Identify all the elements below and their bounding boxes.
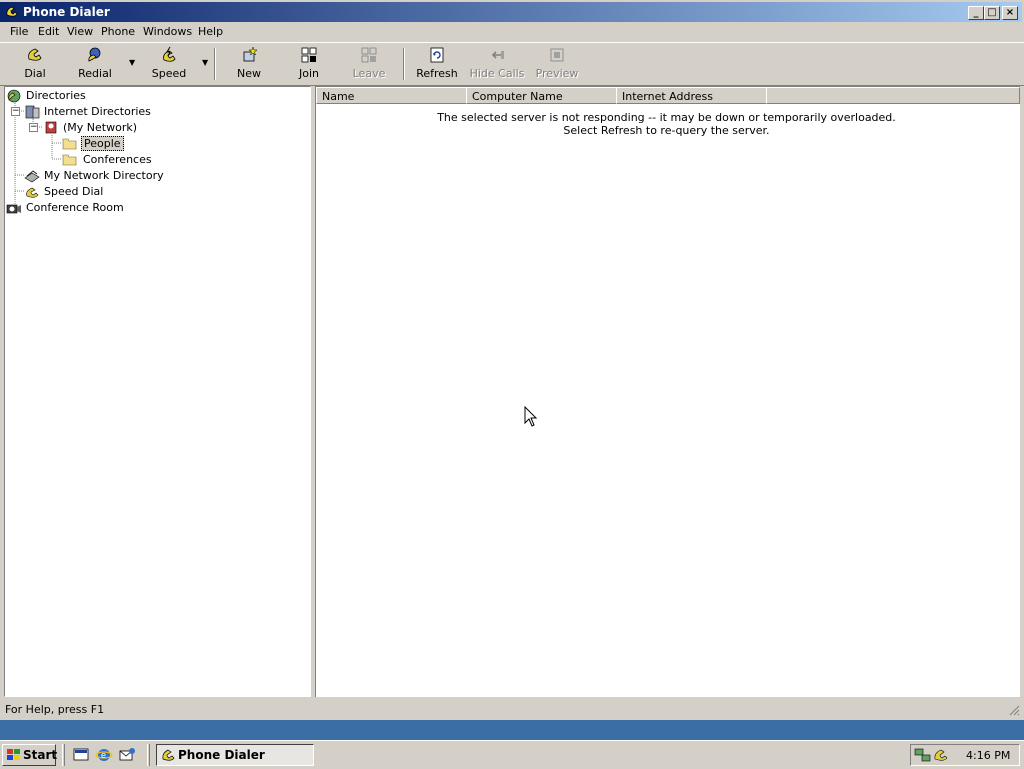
refresh-label: Refresh — [416, 67, 458, 80]
tree-label-my-network-directory: My Network Directory — [44, 169, 164, 182]
server-error-message-line2: Select Refresh to re-query the server. — [563, 124, 770, 137]
tree-label-speed-dial: Speed Dial — [44, 185, 104, 198]
internet-directories-icon — [25, 105, 40, 119]
dial-button[interactable]: Dial — [7, 46, 63, 82]
window-title: Phone Dialer — [23, 5, 110, 19]
clock: 4:16 PM — [966, 749, 1011, 762]
redial-label: Redial — [78, 67, 112, 80]
network-server-icon — [45, 121, 57, 134]
system-tray: 4:16 PM — [910, 744, 1020, 766]
preview-label: Preview — [535, 67, 579, 80]
phone-app-icon — [6, 6, 18, 17]
conference-room-icon — [6, 204, 21, 214]
join-button[interactable]: Join — [281, 46, 337, 82]
speed-dial-icon — [163, 46, 176, 62]
phone-tray-icon[interactable] — [933, 747, 951, 763]
new-label: New — [237, 67, 261, 80]
toolbar-separator — [403, 48, 405, 80]
tree-label-conferences: Conferences — [83, 153, 152, 166]
network-tray-icon[interactable] — [914, 747, 932, 763]
collapse-my-network-icon[interactable]: − — [29, 123, 38, 132]
redial-dropdown-arrow-icon[interactable]: ▼ — [129, 58, 135, 67]
taskbar: Start e Phone Dialer 4:16 PM — [0, 740, 1024, 769]
refresh-button[interactable]: Refresh — [409, 46, 465, 82]
status-text: For Help, press F1 — [5, 703, 105, 716]
results-list-pane[interactable]: Name Computer Name Internet Address The … — [315, 86, 1020, 697]
tree-label-conference-room: Conference Room — [26, 201, 124, 214]
column-header-computer-name[interactable]: Computer Name — [466, 87, 617, 104]
hide-calls-icon — [491, 51, 504, 59]
phone-app-icon — [162, 749, 175, 761]
preview-icon — [550, 48, 564, 62]
redial-icon — [88, 47, 101, 62]
phone-icon — [28, 48, 42, 61]
task-grip[interactable] — [147, 744, 150, 766]
collapse-internet-directories-icon[interactable]: − — [11, 107, 20, 116]
new-conference-icon — [243, 46, 258, 62]
speed-label: Speed — [151, 67, 187, 80]
show-desktop-icon[interactable] — [72, 746, 90, 764]
leave-label: Leave — [352, 67, 386, 80]
mouse-pointer-icon — [524, 406, 538, 427]
server-error-message-line1: The selected server is not responding --… — [437, 111, 896, 124]
preview-button[interactable]: Preview — [529, 46, 585, 82]
start-button[interactable]: Start — [2, 744, 58, 766]
menu-phone[interactable]: Phone — [101, 25, 135, 38]
minimize-button[interactable]: _ — [968, 6, 984, 20]
open-folder-icon — [62, 138, 77, 150]
menu-bar: File Edit View Phone Windows Help — [0, 23, 1024, 41]
join-label: Join — [298, 67, 319, 80]
tree-label-internet-directories: Internet Directories — [44, 105, 151, 118]
directory-tree-pane[interactable]: Directories − Internet Directories − (My… — [4, 86, 311, 697]
internet-explorer-icon[interactable]: e — [95, 746, 113, 764]
svg-text:e: e — [101, 750, 106, 760]
speed-button[interactable]: Speed — [141, 46, 197, 82]
tree-label-directories: Directories — [26, 89, 86, 102]
toolbar-separator — [214, 48, 216, 80]
tree-label-people: People — [81, 136, 124, 151]
leave-button[interactable]: Leave — [341, 46, 397, 82]
windows-logo-icon — [7, 749, 20, 760]
directories-icon — [7, 89, 21, 103]
speed-dropdown-arrow-icon[interactable]: ▼ — [202, 58, 208, 67]
taskbar-button-phone-dialer[interactable]: Phone Dialer — [156, 744, 314, 766]
column-header-empty[interactable] — [766, 87, 1020, 104]
status-bar: For Help, press F1 — [0, 700, 1024, 720]
column-header-internet-address[interactable]: Internet Address — [616, 87, 767, 104]
resize-grip-icon[interactable] — [1008, 704, 1020, 716]
menu-file[interactable]: File — [10, 25, 28, 38]
dial-label: Dial — [24, 67, 46, 80]
hide-calls-button[interactable]: Hide Calls — [469, 46, 525, 82]
taskbar-button-label: Phone Dialer — [178, 748, 265, 762]
menu-edit[interactable]: Edit — [38, 25, 59, 38]
start-label: Start — [23, 748, 58, 762]
column-header-name[interactable]: Name — [316, 87, 467, 104]
menu-help[interactable]: Help — [198, 25, 223, 38]
network-directory-icon — [24, 170, 40, 183]
menu-view[interactable]: View — [67, 25, 93, 38]
outlook-express-icon[interactable] — [118, 746, 136, 764]
phone-dialer-window: Phone Dialer _ □ × File Edit View Phone … — [0, 0, 1024, 720]
close-button[interactable]: × — [1002, 6, 1018, 20]
redial-button[interactable]: Redial — [67, 46, 123, 82]
maximize-button[interactable]: □ — [984, 6, 1000, 20]
refresh-icon — [430, 47, 444, 63]
tree-label-my-network: (My Network) — [63, 121, 138, 134]
new-button[interactable]: New — [221, 46, 277, 82]
leave-conference-icon — [361, 47, 377, 63]
title-bar[interactable]: Phone Dialer _ □ × — [0, 2, 1022, 22]
join-conference-icon — [301, 47, 317, 63]
quicklaunch-grip[interactable] — [62, 744, 65, 766]
folder-icon — [62, 154, 77, 166]
menu-windows[interactable]: Windows — [143, 25, 192, 38]
hide-calls-label: Hide Calls — [469, 67, 525, 80]
speed-dial-icon — [26, 187, 39, 198]
